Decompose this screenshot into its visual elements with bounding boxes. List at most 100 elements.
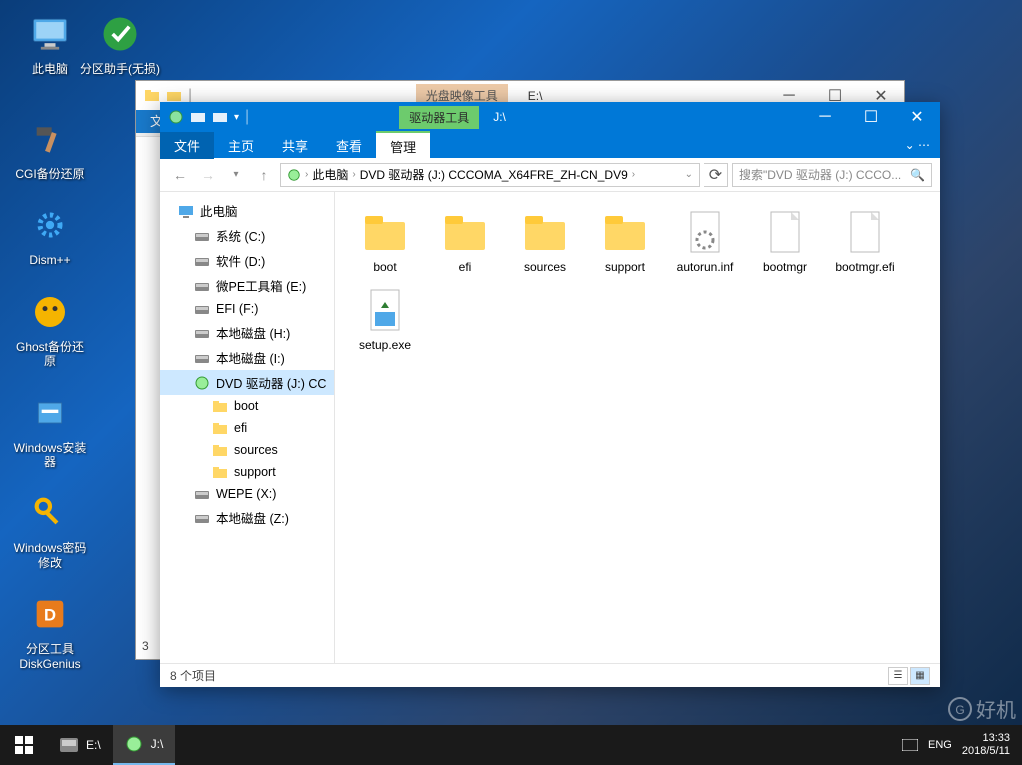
- nav-drive[interactable]: 本地磁盘 (I:): [160, 345, 334, 370]
- breadcrumb-drive[interactable]: DVD 驱动器 (J:) CCCOMA_X64FRE_ZH-CN_DV9: [360, 166, 628, 183]
- desktop-icon-password[interactable]: Windows密码修改: [10, 489, 90, 570]
- fg-ribbon-tabs: 文件 主页 共享 查看 管理 ⌄ ⋯: [160, 132, 940, 158]
- ribbon-tab-share[interactable]: 共享: [268, 132, 322, 159]
- desktop-icon-cgi[interactable]: CGI备份还原: [10, 115, 90, 181]
- file-item[interactable]: autorun.inf: [667, 204, 743, 278]
- nav-subfolder[interactable]: efi: [160, 417, 334, 439]
- chevron-right-icon[interactable]: ›: [305, 169, 308, 180]
- fg-context-tab[interactable]: 驱动器工具: [399, 106, 479, 129]
- ribbon-tab-home[interactable]: 主页: [214, 132, 268, 159]
- navigation-pane[interactable]: 此电脑 系统 (C:) 软件 (D:) 微PE工具箱 (E:) EFI (F:) 本地磁…: [160, 192, 335, 663]
- nav-drive[interactable]: WEPE (X:): [160, 483, 334, 505]
- ribbon-tab-view[interactable]: 查看: [322, 132, 376, 159]
- file-icon: [761, 208, 809, 256]
- explorer-window-foreground[interactable]: ▾ | 驱动器工具 J:\ ─ ☐ ✕ 文件 主页 共享 查看 管理 ⌄ ⋯ ←…: [160, 102, 940, 687]
- nav-label: DVD 驱动器 (J:) CC: [216, 373, 326, 392]
- nav-subfolder[interactable]: boot: [160, 395, 334, 417]
- address-row: ← → ▾ ↑ › 此电脑 › DVD 驱动器 (J:) CCCOMA_X64F…: [160, 158, 940, 192]
- content-pane[interactable]: bootefisourcessupportautorun.infbootmgr b…: [335, 192, 940, 663]
- search-input[interactable]: 搜索"DVD 驱动器 (J:) CCCO... 🔍: [732, 163, 932, 187]
- system-tray[interactable]: ENG 13:33 2018/5/11: [902, 732, 1022, 758]
- nav-subfolder[interactable]: support: [160, 461, 334, 483]
- folder-icon: [521, 208, 569, 256]
- ribbon-expand-icon[interactable]: ⌄ ⋯: [905, 138, 930, 152]
- nav-drive[interactable]: DVD 驱动器 (J:) CC: [160, 370, 334, 395]
- nav-label: EFI (F:): [216, 302, 258, 316]
- nav-drive[interactable]: 软件 (D:): [160, 248, 334, 273]
- view-details-button[interactable]: ☰: [888, 667, 908, 685]
- maximize-button[interactable]: ☐: [848, 102, 894, 132]
- desktop-icons-rest: CGI备份还原 Dism++ Ghost备份还原 Windows安装器 Wind…: [10, 115, 100, 691]
- file-item[interactable]: support: [587, 204, 663, 278]
- close-button[interactable]: ✕: [894, 102, 940, 132]
- desktop-icon-ghost[interactable]: Ghost备份还原: [10, 288, 90, 369]
- nav-this-pc[interactable]: 此电脑: [160, 198, 334, 223]
- keyboard-icon[interactable]: [902, 739, 918, 751]
- chevron-right-icon[interactable]: ›: [352, 169, 355, 180]
- address-bar[interactable]: › 此电脑 › DVD 驱动器 (J:) CCCOMA_X64FRE_ZH-CN…: [280, 163, 700, 187]
- search-icon: 🔍: [910, 168, 925, 182]
- nav-drive[interactable]: 本地磁盘 (Z:): [160, 505, 334, 530]
- taskbar-item-e-drive[interactable]: E:\: [48, 725, 113, 765]
- nav-subfolder[interactable]: sources: [160, 439, 334, 461]
- minimize-button[interactable]: ─: [802, 102, 848, 132]
- file-item[interactable]: bootmgr.efi: [827, 204, 903, 278]
- nav-label: 本地磁盘 (I:): [216, 348, 285, 367]
- inf-icon: [681, 208, 729, 256]
- desktop-icons-col1: 此电脑 分区助手(无损): [10, 10, 100, 96]
- file-item[interactable]: boot: [347, 204, 423, 278]
- nav-label: 软件 (D:): [216, 251, 265, 270]
- taskbar[interactable]: E:\ J:\ ENG 13:33 2018/5/11: [0, 725, 1022, 765]
- chevron-right-icon[interactable]: ›: [632, 169, 635, 180]
- file-label: boot: [349, 260, 421, 274]
- clock[interactable]: 13:33 2018/5/11: [962, 732, 1010, 758]
- desktop-icon-label: Windows密码修改: [10, 541, 90, 570]
- desktop-icon-wininst[interactable]: Windows安装器: [10, 389, 90, 470]
- nav-drive[interactable]: 本地磁盘 (H:): [160, 320, 334, 345]
- folder-icon: [190, 109, 206, 125]
- watermark: G 好机: [948, 694, 1016, 723]
- nav-label: WEPE (X:): [216, 487, 276, 501]
- nav-drive[interactable]: 系统 (C:): [160, 223, 334, 248]
- qat-dropdown[interactable]: ▾: [234, 112, 239, 123]
- dvd-icon: [287, 168, 301, 182]
- start-button[interactable]: [0, 725, 48, 765]
- dvd-icon: [168, 109, 184, 125]
- address-dropdown[interactable]: ⌄: [685, 169, 693, 180]
- file-item[interactable]: sources: [507, 204, 583, 278]
- fg-titlebar[interactable]: ▾ | 驱动器工具 J:\ ─ ☐ ✕: [160, 102, 940, 132]
- file-item[interactable]: setup.exe: [347, 282, 423, 356]
- status-bar: 8 个项目 ☰ ▦: [160, 663, 940, 687]
- svg-text:D: D: [44, 606, 56, 625]
- ribbon-tab-manage[interactable]: 管理: [376, 131, 430, 160]
- file-item[interactable]: efi: [427, 204, 503, 278]
- desktop-icon-label: Ghost备份还原: [10, 340, 90, 369]
- file-item[interactable]: bootmgr: [747, 204, 823, 278]
- desktop-icon-label: CGI备份还原: [10, 167, 90, 181]
- refresh-button[interactable]: ⟳: [704, 163, 728, 187]
- ribbon-tab-file[interactable]: 文件: [160, 132, 214, 159]
- desktop-icon-label: Dism++: [10, 253, 90, 267]
- view-icons-button[interactable]: ▦: [910, 667, 930, 685]
- nav-drive[interactable]: 微PE工具箱 (E:): [160, 273, 334, 298]
- nav-forward-button[interactable]: →: [196, 163, 220, 187]
- taskbar-item-j-drive[interactable]: J:\: [113, 725, 176, 765]
- desktop-icon-partition[interactable]: 分区助手(无损): [80, 10, 160, 76]
- desktop-icon-diskgenius[interactable]: D 分区工具DiskGenius: [10, 590, 90, 671]
- nav-recent-button[interactable]: ▾: [224, 163, 248, 187]
- nav-label: support: [234, 465, 276, 479]
- nav-drive[interactable]: EFI (F:): [160, 298, 334, 320]
- breadcrumb-this-pc[interactable]: 此电脑: [312, 166, 348, 183]
- clock-date: 2018/5/11: [962, 745, 1010, 758]
- clock-time: 13:33: [962, 732, 1010, 745]
- desktop-icon-this-pc[interactable]: 此电脑: [10, 10, 90, 76]
- file-label: bootmgr.efi: [829, 260, 901, 274]
- fg-title-path: J:\: [479, 110, 802, 124]
- nav-up-button[interactable]: ↑: [252, 163, 276, 187]
- desktop-icon-dism[interactable]: Dism++: [10, 201, 90, 267]
- nav-label: sources: [234, 443, 278, 457]
- ime-indicator[interactable]: ENG: [928, 739, 952, 751]
- nav-label: 此电脑: [200, 201, 238, 220]
- nav-back-button[interactable]: ←: [168, 163, 192, 187]
- dvd-icon: [125, 735, 143, 753]
